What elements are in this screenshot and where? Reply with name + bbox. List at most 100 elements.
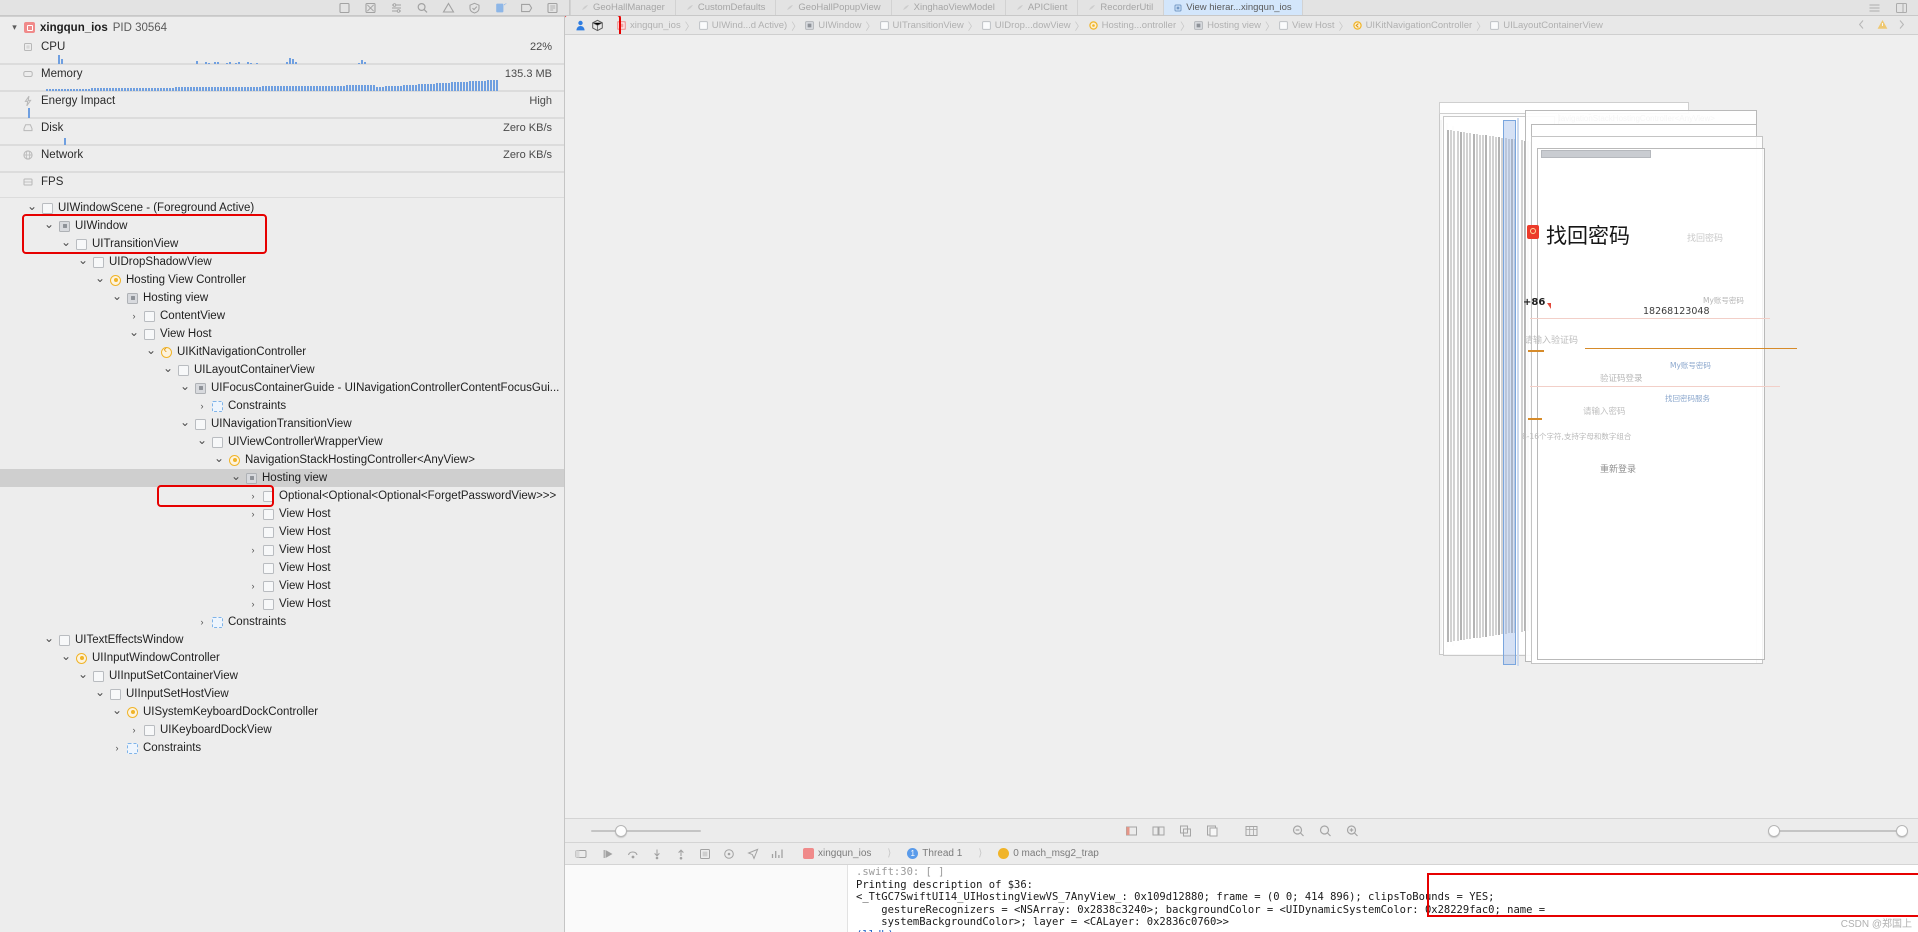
- tree-row[interactable]: ⌄ UIKitNavigationController: [0, 343, 564, 361]
- tree-row[interactable]: › View Host: [0, 505, 564, 523]
- disclosure-open-icon[interactable]: ⌄: [95, 685, 105, 699]
- disclosure-closed-icon[interactable]: ›: [248, 545, 258, 555]
- breadcrumb[interactable]: xingqun_ios 〉 UIWind...d Active) 〉 UIWindow 〉…: [565, 16, 1918, 35]
- zoom-in-icon[interactable]: [1345, 824, 1359, 838]
- disclosure-open-icon[interactable]: ⌄: [78, 667, 88, 681]
- tree-row-selected[interactable]: ⌄ Hosting view: [0, 469, 564, 487]
- gauge-memory[interactable]: Memory 135.3 MB: [0, 65, 564, 92]
- disclosure-open-icon[interactable]: ⌄: [180, 415, 190, 429]
- disclosure-closed-icon[interactable]: ›: [248, 509, 258, 519]
- disclosure-open-icon[interactable]: ⌄: [146, 343, 156, 357]
- breadcrumb-item[interactable]: View Host: [1279, 20, 1335, 31]
- breadcrumb-item[interactable]: UILayoutContainerView: [1490, 20, 1603, 31]
- hierarchy-layer-plane[interactable]: [1450, 130, 1453, 642]
- tree-row[interactable]: ⌄ UIInputSetHostView: [0, 685, 564, 703]
- hide-console-icon[interactable]: [575, 848, 587, 860]
- range-slider-knob-left[interactable]: [1768, 824, 1780, 837]
- hierarchy-layer-plane[interactable]: [1520, 140, 1523, 632]
- selected-view-slab[interactable]: [1503, 120, 1516, 665]
- tree-row[interactable]: ⌄ UIDropShadowView: [0, 253, 564, 271]
- view-hierarchy-tree[interactable]: ⌄ UIWindowScene - (Foreground Active) ⌄ UIW…: [0, 198, 564, 757]
- disclosure-open-icon[interactable]: ⌄: [61, 235, 71, 249]
- view-mode-toggle[interactable]: [565, 16, 621, 34]
- disclosure-open-icon[interactable]: ⌄: [112, 703, 122, 717]
- test-navigator-icon[interactable]: [468, 2, 481, 14]
- tree-row[interactable]: ⌄ UILayoutContainerView: [0, 361, 564, 379]
- debug-bar[interactable]: xingqun_ios ⟩ 1 Thread 1 ⟩ 0 mach_msg2_t…: [565, 842, 1918, 864]
- tab-xinghaoviewmodel[interactable]: XinghaoViewModel: [892, 0, 1006, 15]
- symbol-navigator-icon[interactable]: [390, 2, 403, 14]
- breadcrumb-item[interactable]: xingqun_ios: [617, 20, 681, 31]
- hierarchy-layer-plane[interactable]: [1456, 131, 1459, 641]
- orientation-left-icon[interactable]: [1124, 824, 1138, 838]
- range-slider[interactable]: [1768, 824, 1908, 838]
- tree-row[interactable]: › View Host: [0, 595, 564, 613]
- tree-row[interactable]: › ContentView: [0, 307, 564, 325]
- depth-slider-knob[interactable]: [615, 824, 627, 837]
- hierarchy-layer-plane[interactable]: [1479, 134, 1481, 638]
- simulate-location-icon[interactable]: [747, 848, 759, 860]
- disclosure-open-icon[interactable]: ⌄: [44, 217, 54, 231]
- disclosure-open-icon[interactable]: ⌄: [163, 361, 173, 375]
- breadcrumb-item[interactable]: UIKitNavigationController: [1352, 20, 1472, 31]
- tree-row[interactable]: ⌄ UIViewControllerWrapperView: [0, 433, 564, 451]
- issue-navigator-icon[interactable]: [442, 1, 455, 14]
- hierarchy-layer-plane[interactable]: [1459, 131, 1462, 641]
- tree-row[interactable]: ⌄ UIWindow: [0, 217, 564, 235]
- tree-row[interactable]: › Constraints: [0, 739, 564, 757]
- debug-thread-chip[interactable]: 1 Thread 1: [907, 848, 962, 859]
- tree-row[interactable]: ⌄ UIInputSetContainerView: [0, 667, 564, 685]
- zoom-reset-icon[interactable]: [1318, 824, 1332, 838]
- disclosure-open-icon[interactable]: ⌄: [112, 289, 122, 303]
- disclosure-closed-icon[interactable]: ›: [129, 725, 139, 735]
- gauge-disk[interactable]: Disk Zero KB/s: [0, 119, 564, 146]
- tree-row[interactable]: ⌄ UIWindowScene - (Foreground Active): [0, 199, 564, 217]
- tab-apiclient[interactable]: APIClient: [1006, 0, 1079, 15]
- disclosure-open-icon[interactable]: ⌄: [197, 433, 207, 447]
- disclosure-closed-icon[interactable]: ›: [248, 599, 258, 609]
- disclosure-closed-icon[interactable]: ›: [248, 581, 258, 591]
- search-icon[interactable]: [416, 2, 429, 14]
- tree-row[interactable]: ⌄ UIFocusContainerGuide - UINavigationCon…: [0, 379, 564, 397]
- disclosure-open-icon[interactable]: ⌄: [78, 253, 88, 267]
- step-into-icon[interactable]: [651, 848, 663, 860]
- debug-navigator-icon[interactable]: [494, 2, 507, 14]
- memory-graph-icon[interactable]: [723, 848, 735, 860]
- view-hierarchy-canvas[interactable]: Hosting View Controller NavigationStackH…: [565, 35, 1918, 818]
- step-over-icon[interactable]: [627, 848, 639, 860]
- tree-row[interactable]: › UIKeyboardDockView: [0, 721, 564, 739]
- disclosure-open-icon[interactable]: ⌄: [61, 649, 71, 663]
- breadcrumb-item[interactable]: Hosting...ontroller: [1088, 20, 1176, 31]
- breadcrumb-item[interactable]: UIDrop...dowView: [981, 20, 1071, 31]
- disclosure-triangle-icon[interactable]: ▾: [10, 23, 19, 32]
- hierarchy-layer-plane[interactable]: [1453, 130, 1456, 642]
- tree-row[interactable]: ⌄ UISystemKeyboardDockController: [0, 703, 564, 721]
- tree-row[interactable]: ⌄ Hosting view: [0, 289, 564, 307]
- canvas-toolbar[interactable]: [565, 818, 1918, 842]
- depth-slider[interactable]: [591, 824, 701, 838]
- disclosure-open-icon[interactable]: ⌄: [180, 379, 190, 393]
- disclosure-open-icon[interactable]: ⌄: [231, 469, 241, 483]
- gauge-network[interactable]: Network Zero KB/s: [0, 146, 564, 173]
- cube-3d-icon[interactable]: [591, 19, 604, 32]
- hamburger-menu-icon[interactable]: [1868, 2, 1881, 14]
- variables-view[interactable]: [565, 865, 848, 932]
- hierarchy-layer-plane[interactable]: [1447, 130, 1449, 642]
- tree-row[interactable]: ⌄ NavigationStackHostingController<AnyVie…: [0, 451, 564, 469]
- range-slider-container[interactable]: [1768, 824, 1918, 838]
- continue-icon[interactable]: [603, 848, 615, 860]
- tab-customdefaults[interactable]: CustomDefaults: [676, 0, 777, 15]
- person-2d-icon[interactable]: [574, 19, 587, 32]
- grid-icon[interactable]: [1244, 824, 1258, 838]
- gauge-fps[interactable]: FPS: [0, 173, 564, 198]
- tree-row[interactable]: › Constraints: [0, 613, 564, 631]
- disclosure-closed-icon[interactable]: ›: [248, 491, 258, 501]
- breakpoint-navigator-icon[interactable]: [520, 2, 533, 14]
- source-control-navigator-icon[interactable]: [364, 2, 377, 14]
- chevron-right-icon[interactable]: [1897, 19, 1910, 31]
- gauge-energy[interactable]: Energy Impact High: [0, 92, 564, 119]
- disclosure-closed-icon[interactable]: ›: [197, 617, 207, 627]
- disclosure-closed-icon[interactable]: ›: [129, 311, 139, 321]
- disclosure-open-icon[interactable]: ⌄: [214, 451, 224, 465]
- hierarchy-layer-plane[interactable]: [1498, 137, 1501, 635]
